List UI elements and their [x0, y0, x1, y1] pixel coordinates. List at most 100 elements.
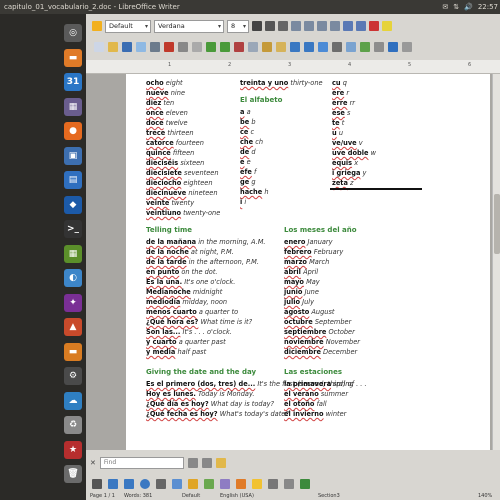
new-document-icon[interactable]	[94, 42, 104, 52]
spellcheck-icon[interactable]	[206, 42, 216, 52]
app-icon[interactable]: ▦	[64, 97, 82, 116]
english-term: ten	[163, 99, 175, 107]
justify-icon[interactable]	[330, 21, 340, 31]
mail-icon[interactable]: ✉	[442, 0, 448, 14]
table-icon[interactable]	[332, 42, 342, 52]
stars-icon[interactable]	[252, 479, 262, 489]
numbered-list-icon[interactable]	[356, 21, 366, 31]
callouts-icon[interactable]	[236, 479, 246, 489]
app11-icon[interactable]: ♻	[64, 416, 82, 434]
app5-icon[interactable]: ◐	[64, 269, 82, 287]
volume-icon[interactable]: 🔊	[464, 0, 473, 14]
page-style[interactable]: Default	[182, 492, 200, 500]
numbers-list: ocho eight nueve nine diez ten once eleven d…	[146, 78, 220, 218]
find-input[interactable]: Find	[99, 457, 184, 469]
dash-icon[interactable]: ◎	[64, 24, 82, 42]
flowchart-icon[interactable]	[220, 479, 230, 489]
image-icon[interactable]	[346, 42, 356, 52]
firefox-icon[interactable]: ●	[64, 122, 82, 140]
files-icon[interactable]: ▬	[64, 48, 82, 67]
clock[interactable]: 22:57	[478, 0, 498, 14]
chart-icon[interactable]	[360, 42, 370, 52]
writer-icon[interactable]: ▤	[64, 171, 82, 189]
scrollbar-thumb[interactable]	[494, 194, 500, 254]
styles-icon[interactable]	[92, 21, 102, 31]
symbol-shapes-icon[interactable]	[188, 479, 198, 489]
email-icon[interactable]	[136, 42, 146, 52]
zoom-level[interactable]: 140%	[478, 492, 492, 500]
fontwork-icon[interactable]	[284, 479, 294, 489]
app8-icon[interactable]: ▬	[64, 342, 82, 361]
curve-icon[interactable]	[156, 479, 166, 489]
english-term: u	[338, 129, 343, 137]
select-icon[interactable]	[92, 479, 102, 489]
align-right-icon[interactable]	[317, 21, 327, 31]
list-item: trece thirteen	[146, 128, 220, 138]
network-icon[interactable]: ⇅	[453, 0, 459, 14]
font-color-icon[interactable]	[369, 21, 379, 31]
english-term: November	[325, 338, 360, 346]
copy-icon[interactable]	[248, 42, 258, 52]
document-page[interactable]: ocho eight nueve nine diez ten once eleven d…	[126, 74, 490, 450]
app10-icon[interactable]: ☁	[64, 391, 82, 410]
rectangle-icon[interactable]	[124, 479, 134, 489]
paragraph-style-select[interactable]: Default ▾	[105, 19, 151, 33]
gallery-icon[interactable]	[388, 42, 398, 52]
app6-icon[interactable]: ✦	[64, 293, 82, 312]
align-center-icon[interactable]	[304, 21, 314, 31]
clone-icon[interactable]	[276, 42, 286, 52]
print-icon[interactable]	[178, 42, 188, 52]
app4-icon[interactable]: ▦	[64, 244, 82, 263]
align-left-icon[interactable]	[291, 21, 301, 31]
ruler-tick: 3	[288, 62, 292, 68]
navigator-icon[interactable]	[374, 42, 384, 52]
app2-icon[interactable]: ▣	[64, 146, 82, 165]
app9-icon[interactable]: ⚙	[64, 367, 82, 385]
edit-icon[interactable]	[150, 42, 160, 52]
pdf-icon[interactable]	[164, 42, 174, 52]
paste-icon[interactable]	[262, 42, 272, 52]
zoom-icon[interactable]	[402, 42, 412, 52]
ellipse-icon[interactable]	[140, 479, 150, 489]
list-icon[interactable]	[343, 21, 353, 31]
language[interactable]: English (USA)	[220, 492, 254, 500]
find-previous-icon[interactable]	[187, 458, 198, 468]
app7-icon[interactable]: ▲	[64, 318, 82, 336]
calendar-icon[interactable]: 31	[64, 73, 82, 91]
italic-icon[interactable]	[265, 21, 275, 31]
font-size-select[interactable]: 8 ▾	[227, 19, 249, 33]
shapes-icon[interactable]	[172, 479, 182, 489]
seasons-section: Las estaciones la primavera spring el ver…	[284, 366, 354, 419]
redo-icon[interactable]	[304, 42, 314, 52]
english-term: September	[314, 318, 352, 326]
print-preview-icon[interactable]	[192, 42, 202, 52]
hyperlink-icon[interactable]	[318, 42, 328, 52]
arrows-icon[interactable]	[204, 479, 214, 489]
save-icon[interactable]	[122, 42, 132, 52]
open-icon[interactable]	[108, 42, 118, 52]
cut-icon[interactable]	[234, 42, 244, 52]
english-term: December	[323, 348, 358, 356]
app12-icon[interactable]: ★	[64, 440, 82, 459]
font-name-select[interactable]: Verdana ▾	[154, 19, 224, 33]
line-icon[interactable]	[108, 479, 118, 489]
list-item: ocho eight	[146, 78, 220, 88]
find-replace-icon[interactable]	[215, 458, 226, 468]
list-item: mediodía midday, noon	[146, 297, 266, 307]
undo-icon[interactable]	[290, 42, 300, 52]
find-next-icon[interactable]	[201, 458, 212, 468]
highlight-icon[interactable]	[382, 21, 392, 31]
underline-icon[interactable]	[278, 21, 288, 31]
points-icon[interactable]	[268, 479, 278, 489]
vertical-scrollbar[interactable]	[492, 74, 500, 450]
app3-icon[interactable]: ◆	[64, 195, 82, 214]
horizontal-ruler[interactable]: 1 2 3 4 5 6	[86, 60, 500, 74]
bold-icon[interactable]	[252, 21, 262, 31]
extrusion-icon[interactable]	[300, 479, 310, 489]
autocheck-icon[interactable]	[220, 42, 230, 52]
trash-icon[interactable]: 🗑	[64, 465, 82, 483]
close-find-icon[interactable]: ✕	[90, 459, 96, 467]
spanish-term: equis	[332, 159, 353, 167]
terminal-icon[interactable]: >_	[64, 220, 82, 238]
english-term: What day is today?	[210, 400, 275, 408]
